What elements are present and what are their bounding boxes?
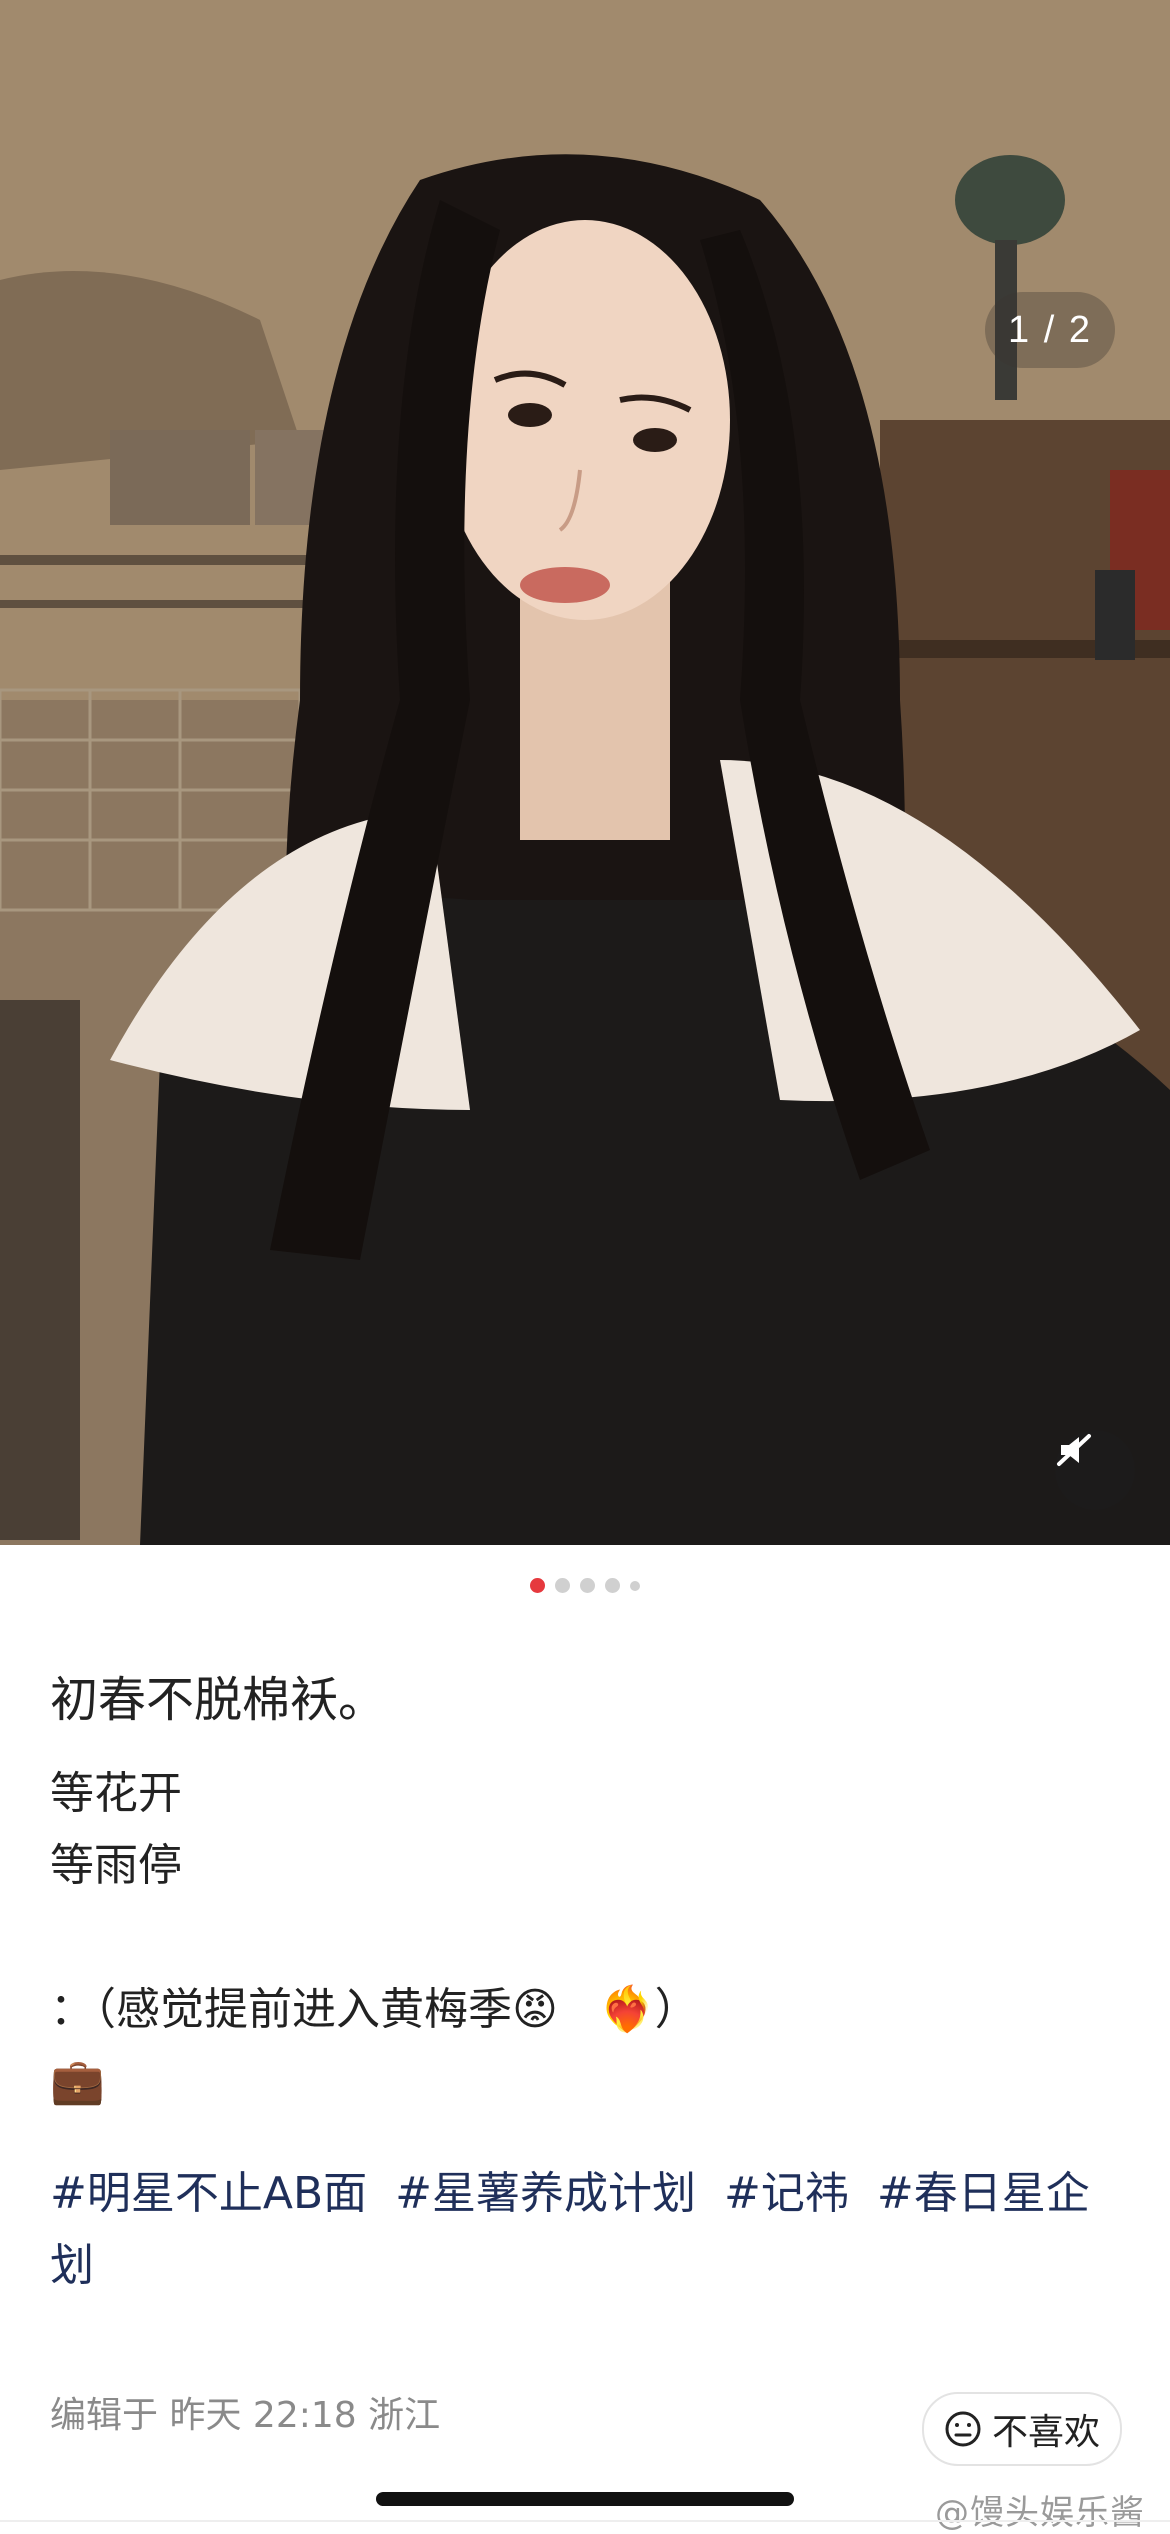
mute-button[interactable] xyxy=(1055,1430,1135,1510)
hashtag-link[interactable]: #记祎 xyxy=(724,2168,849,2219)
carousel-dot xyxy=(605,1578,620,1593)
post-meta: 编辑于 昨天 22:18 浙江 xyxy=(50,2386,440,2438)
post-line-mood: ：（感觉提前进入黄梅季😡 ❤️‍🔥） xyxy=(50,1974,1130,2046)
post-location: 浙江 xyxy=(368,2395,441,2436)
neutral-face-icon xyxy=(945,2411,981,2447)
briefcase-emoji: 💼 xyxy=(50,2056,105,2107)
angry-emoji: 😡 xyxy=(512,1984,558,2035)
edited-label: 编辑于 xyxy=(50,2395,159,2436)
mood-text: ：（感觉提前进入黄梅季 xyxy=(50,1984,512,2035)
post-line: 等花开 xyxy=(50,1768,182,1819)
hashtag-list: #明星不止AB面 #星薯养成计划 #记祎 #春日星企划 xyxy=(50,2158,1130,2302)
watermark: @馒头娱乐酱 xyxy=(935,2493,1145,2533)
post-title: 初春不脱棉袄。 xyxy=(50,1672,387,1728)
close-paren: ） xyxy=(654,1984,699,2035)
post-photo[interactable]: 1 / 2 xyxy=(0,0,1170,1545)
photo-page-counter: 1 / 2 xyxy=(985,292,1115,368)
carousel-dot xyxy=(555,1578,570,1593)
dislike-label: 不喜欢 xyxy=(991,2412,1100,2453)
hashtag-link[interactable]: #明星不止AB面 xyxy=(50,2168,367,2219)
carousel-dot-active xyxy=(530,1578,545,1593)
carousel-indicator xyxy=(0,1578,1170,1593)
heart-on-fire-emoji: ❤️‍🔥 xyxy=(599,1984,655,2035)
hashtag-link[interactable]: #星薯养成计划 xyxy=(395,2168,696,2219)
carousel-dot xyxy=(580,1578,595,1593)
post-content: 初春不脱棉袄。 等花开 等雨停 ：（感觉提前进入黄梅季😡 ❤️‍🔥） 💼 #明星… xyxy=(50,1660,1130,2302)
post-line: 等雨停 xyxy=(50,1840,182,1891)
divider xyxy=(0,2520,1170,2522)
dislike-button[interactable]: 不喜欢 xyxy=(922,2392,1122,2466)
carousel-dot xyxy=(630,1580,640,1591)
portrait-illustration xyxy=(0,0,1170,1545)
home-indicator[interactable] xyxy=(376,2492,794,2506)
edit-time: 昨天 22:18 xyxy=(169,2395,357,2436)
speaker-muted-icon xyxy=(1057,1434,1091,1466)
